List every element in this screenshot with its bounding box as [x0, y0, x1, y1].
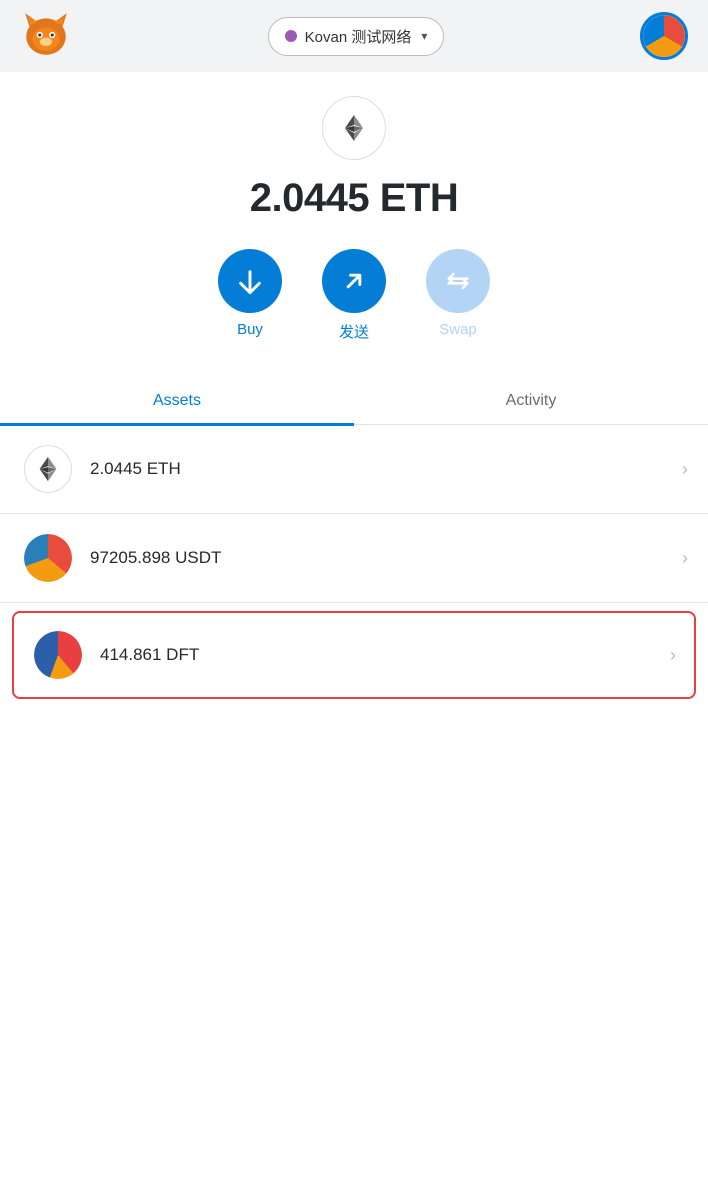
tab-assets[interactable]: Assets — [0, 378, 354, 424]
asset-item-usdt[interactable]: 97205.898 USDT › — [0, 514, 708, 603]
tab-bar: Assets Activity — [0, 378, 708, 425]
asset-item-dft[interactable]: 414.861 DFT › — [12, 611, 696, 699]
network-status-dot — [285, 30, 297, 42]
avatar-graphic — [643, 15, 685, 57]
send-label: 发送 — [339, 321, 369, 342]
network-selector[interactable]: Kovan 测试网络 ▾ — [268, 17, 445, 56]
asset-item-eth[interactable]: 2.0445 ETH › — [0, 425, 708, 514]
swap-label: Swap — [439, 321, 477, 338]
eth-chevron-icon: › — [682, 459, 688, 480]
action-buttons-group: Buy 发送 Swap — [218, 249, 490, 342]
buy-label: Buy — [237, 321, 263, 338]
usdt-icon — [24, 534, 72, 582]
swap-button[interactable] — [426, 249, 490, 313]
dft-amount: 414.861 DFT — [100, 645, 199, 665]
swap-action: Swap — [426, 249, 490, 342]
buy-button[interactable] — [218, 249, 282, 313]
dft-icon — [34, 631, 82, 679]
send-button[interactable] — [322, 249, 386, 313]
buy-action: Buy — [218, 249, 282, 342]
eth-icon — [24, 445, 72, 493]
account-avatar[interactable] — [640, 12, 688, 60]
dft-chevron-icon: › — [670, 645, 676, 666]
send-action: 发送 — [322, 249, 386, 342]
usdt-chevron-icon: › — [682, 548, 688, 569]
chevron-down-icon: ▾ — [421, 29, 427, 43]
main-content: 2.0445 ETH Buy 发送 — [0, 72, 708, 1192]
usdt-amount: 97205.898 USDT — [90, 548, 221, 568]
eth-amount: 2.0445 ETH — [90, 459, 181, 479]
header: Kovan 测试网络 ▾ — [0, 0, 708, 72]
tab-activity[interactable]: Activity — [354, 378, 708, 424]
metamask-logo — [20, 8, 72, 65]
wallet-balance: 2.0445 ETH — [250, 176, 458, 221]
network-name: Kovan 测试网络 — [305, 26, 412, 47]
eth-token-icon — [322, 96, 386, 160]
asset-list: 2.0445 ETH › 97205.898 USDT › 414.861 DF… — [0, 425, 708, 707]
